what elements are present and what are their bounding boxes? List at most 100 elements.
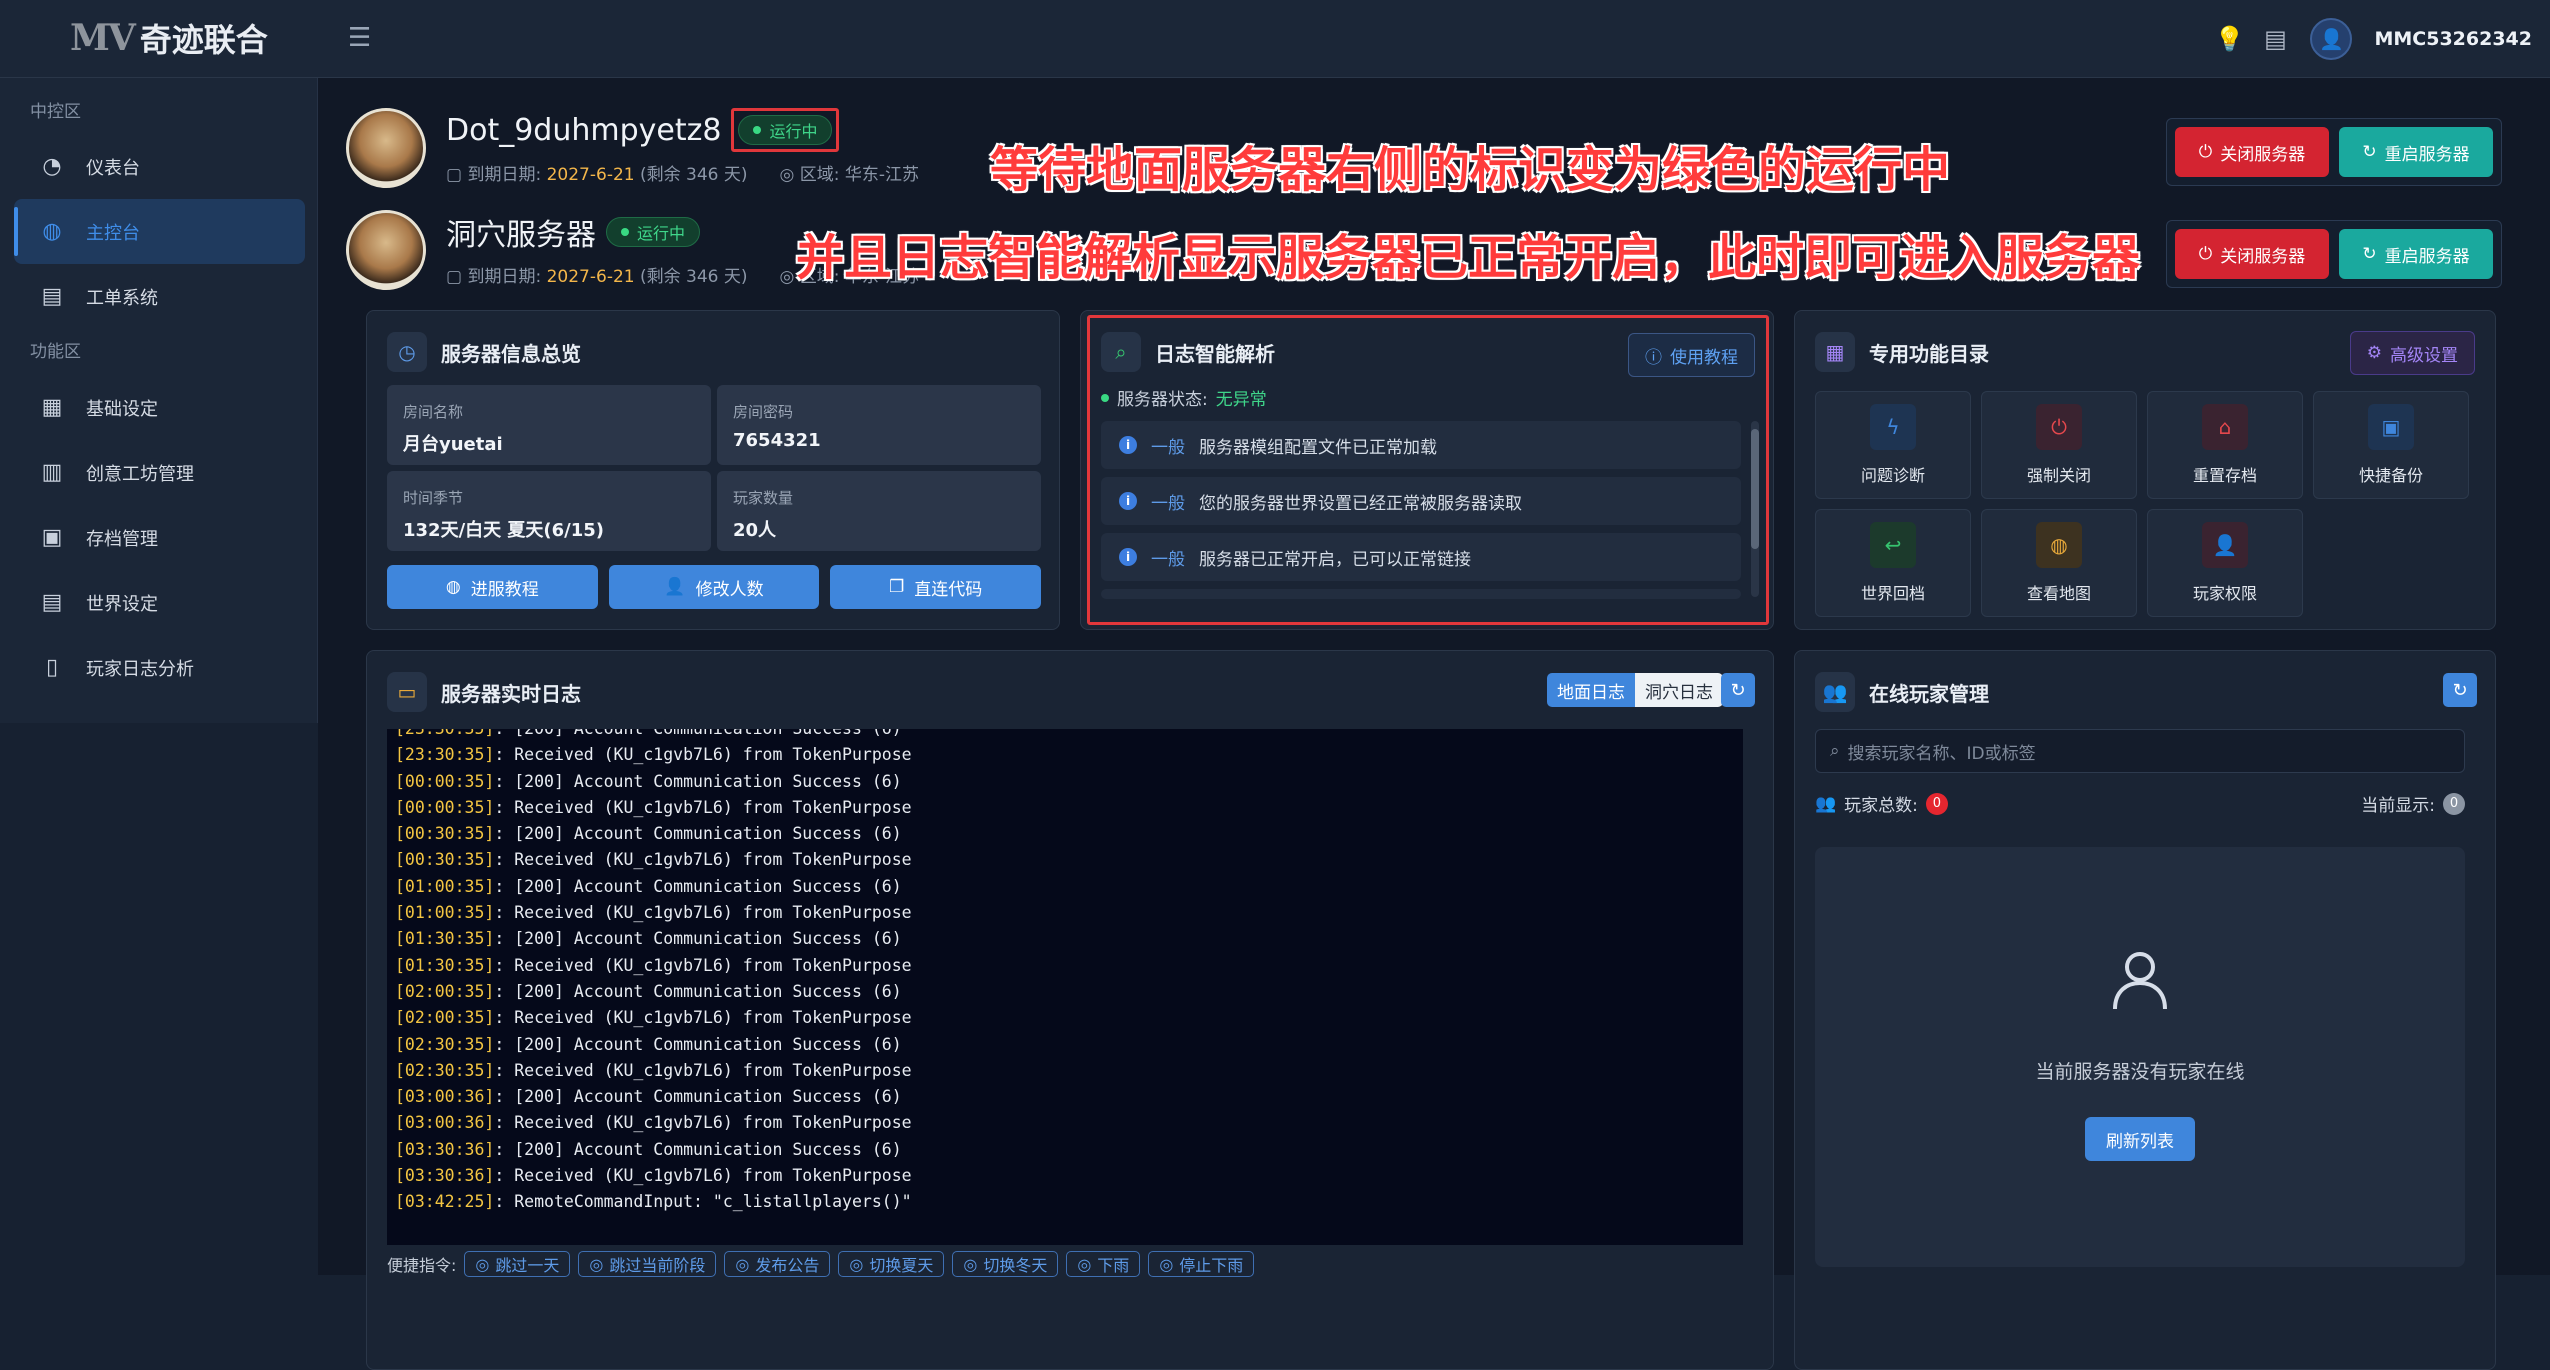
total-badge: 0 bbox=[1926, 793, 1948, 815]
calendar-icon: ▢ bbox=[446, 165, 467, 185]
sidebar-section-control: 中控区 bbox=[0, 78, 317, 134]
join-tutorial-button[interactable]: ◍进服教程 bbox=[387, 565, 598, 609]
feature-quick-backup[interactable]: ▣快捷备份 bbox=[2313, 391, 2469, 499]
command-icon: ◎ bbox=[475, 1255, 489, 1274]
dashboard-icon: ◔ bbox=[38, 153, 66, 181]
shortcut-button[interactable]: ◎切换夏天 bbox=[838, 1251, 944, 1277]
sidebar-item-saves[interactable]: ▣存档管理 bbox=[0, 505, 317, 570]
screen-icon[interactable]: ▤ bbox=[2262, 25, 2288, 53]
shortcut-label: 便捷指令: bbox=[387, 1252, 456, 1276]
file-icon: ▯ bbox=[38, 654, 66, 682]
sidebar-item-dashboard[interactable]: ◔ 仪表台 bbox=[0, 134, 317, 199]
tab-ground-log[interactable]: 地面日志 bbox=[1547, 673, 1635, 707]
direct-connect-button[interactable]: ❐直连代码 bbox=[830, 565, 1041, 609]
feature-rollback[interactable]: ↩世界回档 bbox=[1815, 509, 1971, 617]
stop-server-button[interactable]: ⏻关闭服务器 bbox=[2175, 229, 2329, 279]
server-avatar bbox=[346, 108, 426, 188]
shortcut-bar: 便捷指令: ◎跳过一天 ◎跳过当前阶段 ◎发布公告 ◎切换夏天 ◎切换冬天 ◎下雨 ◎停止下… bbox=[387, 1251, 1254, 1277]
expire-info: ▢ 到期日期: 2027-6-21 (剩余 346 天) bbox=[446, 160, 748, 185]
refresh-players-button[interactable]: ↻ bbox=[2443, 673, 2477, 707]
shortcut-button[interactable]: ◎切换冬天 bbox=[952, 1251, 1058, 1277]
sidebar-item-console[interactable]: ◍主控台 bbox=[14, 199, 305, 264]
sidebar-item-basic-settings[interactable]: ▦基础设定 bbox=[0, 375, 317, 440]
user-icon: 👤 bbox=[2202, 522, 2248, 568]
tab-cave-log[interactable]: 洞穴日志 bbox=[1635, 673, 1723, 707]
shown-badge: 0 bbox=[2443, 793, 2465, 815]
log-console[interactable]: [23:30:35]: [200] Account Communication … bbox=[387, 729, 1743, 1245]
refresh-icon: ↻ bbox=[2362, 142, 2376, 162]
username[interactable]: MMC53262342 bbox=[2374, 28, 2532, 50]
log-tabs: 地面日志 洞穴日志 bbox=[1547, 673, 1723, 707]
feature-force-close[interactable]: ⏻强制关闭 bbox=[1981, 391, 2137, 499]
main-content: Dot_9duhmpyetz8 运行中 ▢ 到期日期: 2027-6-21 (剩… bbox=[318, 78, 2550, 1275]
stop-server-button[interactable]: ⏻关闭服务器 bbox=[2175, 127, 2329, 177]
restart-server-button[interactable]: ↻重启服务器 bbox=[2339, 127, 2493, 177]
realtime-log-card: ▭ 服务器实时日志 地面日志 洞穴日志 ↻ [23:30:35]: [200] … bbox=[366, 650, 1774, 1370]
feature-view-map[interactable]: ◍查看地图 bbox=[1981, 509, 2137, 617]
restart-server-button[interactable]: ↻重启服务器 bbox=[2339, 229, 2493, 279]
empty-message: 当前服务器没有玩家在线 bbox=[1815, 1057, 2465, 1084]
log-line: [00:00:35]: [200] Account Communication … bbox=[395, 769, 1743, 795]
advanced-settings-button[interactable]: ⚙高级设置 bbox=[2350, 331, 2475, 375]
log-line: [03:00:36]: Received (KU_c1gvb7L6) from … bbox=[395, 1110, 1743, 1136]
shortcut-button[interactable]: ◎下雨 bbox=[1066, 1251, 1140, 1277]
sidebar-item-tickets[interactable]: ▤工单系统 bbox=[0, 264, 317, 329]
globe-icon: ◍ bbox=[38, 218, 66, 246]
bolt-icon: ϟ bbox=[1870, 404, 1916, 450]
log-line: [01:30:35]: [200] Account Communication … bbox=[395, 926, 1743, 952]
player-search-input[interactable]: ⌕搜索玩家名称、ID或标签 bbox=[1815, 729, 2465, 773]
doc-icon: ▥ bbox=[38, 459, 66, 487]
card-title: 专用功能目录 bbox=[1869, 338, 1989, 367]
server-cave-actions: ⏻关闭服务器 ↻重启服务器 bbox=[2166, 220, 2502, 288]
expire-info: ▢ 到期日期: 2027-6-21 (剩余 346 天) bbox=[446, 262, 748, 287]
server-name: 洞穴服务器 bbox=[446, 210, 596, 254]
edit-players-button[interactable]: 👤修改人数 bbox=[609, 565, 820, 609]
menu-collapse-icon[interactable]: ☰ bbox=[348, 26, 376, 50]
sidebar-item-world-settings[interactable]: ▤世界设定 bbox=[0, 570, 317, 635]
shortcut-button[interactable]: ◎跳过一天 bbox=[464, 1251, 570, 1277]
log-line: [03:30:36]: Received (KU_c1gvb7L6) from … bbox=[395, 1163, 1743, 1189]
bulb-icon[interactable]: 💡 bbox=[2214, 25, 2240, 53]
shortcut-button[interactable]: ◎跳过当前阶段 bbox=[578, 1251, 716, 1277]
server-info-card: ◷ 服务器信息总览 房间名称月台yuetai 房间密码7654321 时间季节1… bbox=[366, 310, 1060, 630]
gauge-icon: ◷ bbox=[387, 332, 427, 372]
log-line: [00:30:35]: Received (KU_c1gvb7L6) from … bbox=[395, 847, 1743, 873]
user-avatar[interactable]: 👤 bbox=[2310, 18, 2352, 60]
log-line: [02:00:35]: [200] Account Communication … bbox=[395, 979, 1743, 1005]
feature-diagnose[interactable]: ϟ问题诊断 bbox=[1815, 391, 1971, 499]
refresh-log-button[interactable]: ↻ bbox=[1721, 673, 1755, 707]
logo-mark: MV bbox=[70, 17, 134, 59]
card-title: 服务器实时日志 bbox=[441, 678, 581, 707]
sidebar-item-player-logs[interactable]: ▯玩家日志分析 bbox=[0, 635, 317, 700]
brand-logo[interactable]: MV 奇迹联合 bbox=[70, 14, 268, 62]
command-icon: ◎ bbox=[735, 1255, 749, 1274]
shortcut-button[interactable]: ◎发布公告 bbox=[724, 1251, 830, 1277]
sidebar: 中控区 ◔ 仪表台 ◍主控台 ▤工单系统 功能区 ▦基础设定 ▥创意工坊管理 ▣存… bbox=[0, 78, 318, 723]
feature-player-permissions[interactable]: 👤玩家权限 bbox=[2147, 509, 2303, 617]
log-line: [03:30:36]: [200] Account Communication … bbox=[395, 1137, 1743, 1163]
card-title: 服务器信息总览 bbox=[441, 338, 581, 367]
log-line: [03:00:36]: [200] Account Communication … bbox=[395, 1084, 1743, 1110]
shortcut-button[interactable]: ◎停止下雨 bbox=[1148, 1251, 1254, 1277]
log-line: [23:30:35]: [200] Account Communication … bbox=[395, 729, 1743, 742]
doc-icon: ▦ bbox=[38, 394, 66, 422]
sidebar-section-features: 功能区 bbox=[0, 329, 317, 375]
log-line: [01:00:35]: [200] Account Communication … bbox=[395, 874, 1743, 900]
sidebar-item-workshop[interactable]: ▥创意工坊管理 bbox=[0, 440, 317, 505]
log-line: [23:30:35]: Received (KU_c1gvb7L6) from … bbox=[395, 742, 1743, 768]
grid-icon: ▦ bbox=[1815, 332, 1855, 372]
player-total: 👥玩家总数:0 bbox=[1815, 791, 1948, 816]
feature-reset-save[interactable]: ⌂重置存档 bbox=[2147, 391, 2303, 499]
gear-icon: ⚙ bbox=[2367, 343, 2382, 363]
log-line: [02:30:35]: Received (KU_c1gvb7L6) from … bbox=[395, 1058, 1743, 1084]
list-icon: ▤ bbox=[38, 589, 66, 617]
refresh-list-button[interactable]: 刷新列表 bbox=[2085, 1117, 2195, 1161]
command-icon: ◎ bbox=[1077, 1255, 1091, 1274]
user-icon: 👤 bbox=[664, 577, 685, 597]
sidebar-item-label: 仪表台 bbox=[86, 154, 140, 180]
server-avatar bbox=[346, 210, 426, 290]
room-password-cell: 房间密码7654321 bbox=[717, 385, 1041, 465]
globe-icon: ◍ bbox=[2036, 522, 2082, 568]
power-icon: ⏻ bbox=[2036, 404, 2082, 450]
calendar-icon: ▢ bbox=[446, 267, 467, 287]
